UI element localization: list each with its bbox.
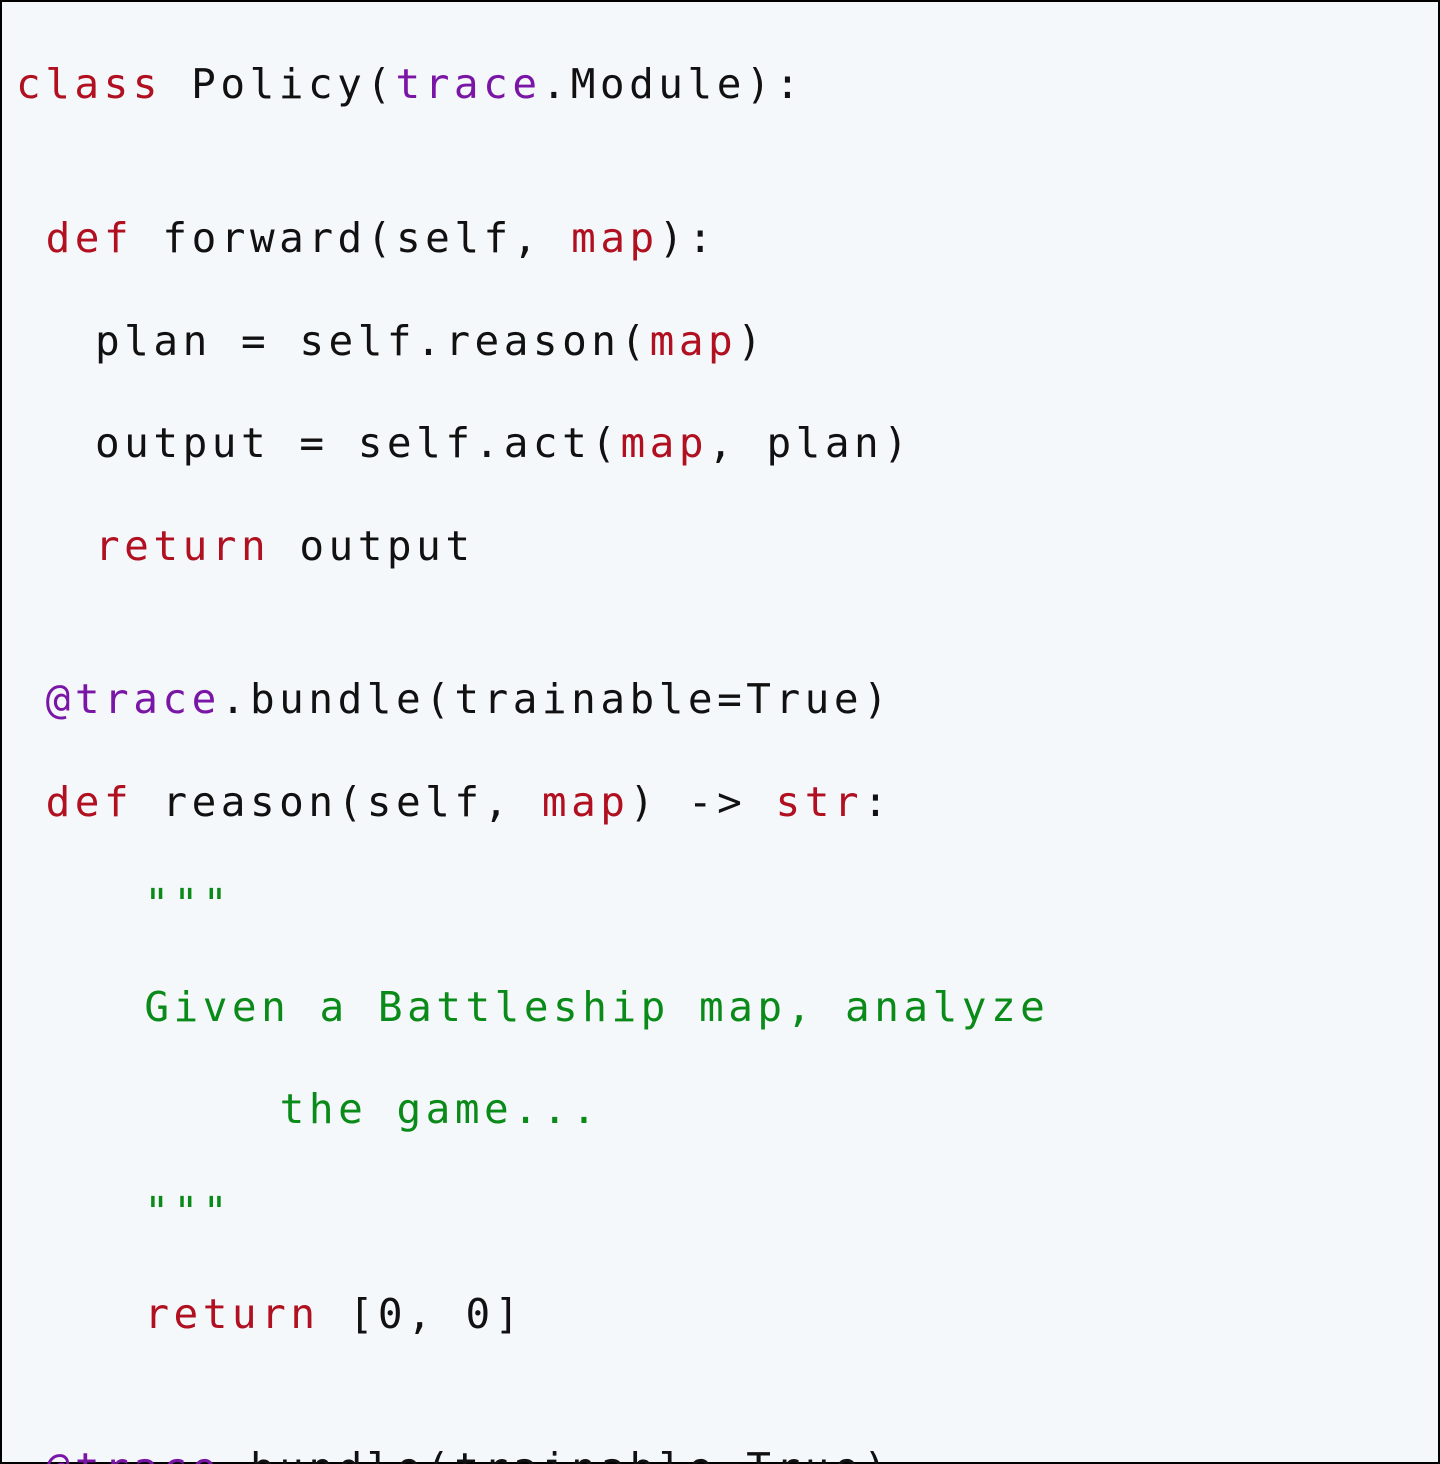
ret-str: str <box>776 778 864 826</box>
fn-tail: ): <box>659 214 717 262</box>
arg-map: map <box>571 214 659 262</box>
arrow: ) -> <box>630 778 776 826</box>
output-assign-a: output = self.act( <box>95 419 621 467</box>
module-trace: trace <box>396 60 542 108</box>
docstring-line-wrap: the game... <box>16 1084 1424 1135</box>
module-trace: trace <box>75 675 221 723</box>
decorator-at: @ <box>46 1444 75 1464</box>
code-line-14: return [0, 0] <box>16 1289 1424 1340</box>
keyword-return: return <box>144 1290 319 1338</box>
code-line-5: output = self.act(map, plan) <box>16 418 1424 469</box>
keyword-def: def <box>46 778 134 826</box>
code-line-9: def reason(self, map) -> str: <box>16 777 1424 828</box>
fn-tail: : <box>863 778 892 826</box>
code-line-1: class Policy(trace.Module): <box>16 59 1424 110</box>
docstring-open: """ <box>16 879 1424 930</box>
module-trace: trace <box>75 1444 221 1464</box>
fn-forward: forward(self, <box>133 214 571 262</box>
keyword-class: class <box>16 60 162 108</box>
return-list: [0, 0] <box>320 1290 524 1338</box>
arg-map: map <box>650 317 738 365</box>
fn-reason: reason(self, <box>133 778 542 826</box>
docstring-line: Given a Battleship map, analyze <box>16 982 1424 1033</box>
decorator-at: @ <box>46 675 75 723</box>
code-line-8: @trace.bundle(trainable=True) <box>16 674 1424 725</box>
arg-map: map <box>620 419 708 467</box>
code-line-3: def forward(self, map): <box>16 213 1424 264</box>
return-val: output <box>270 522 474 570</box>
docstring-close: """ <box>16 1187 1424 1238</box>
arg-map: map <box>542 778 630 826</box>
code-block: class Policy(trace.Module): def forward(… <box>0 0 1440 1464</box>
class-tail: .Module): <box>542 60 805 108</box>
decorator-rest: .bundle(trainable=True) <box>221 1444 892 1464</box>
class-name: Policy( <box>162 60 396 108</box>
code-line-16: @trace.bundle(trainable=True) <box>16 1443 1424 1464</box>
keyword-def: def <box>46 214 134 262</box>
output-assign-c: , plan) <box>708 419 912 467</box>
code-line-6: return output <box>16 521 1424 572</box>
plan-assign-c: ) <box>737 317 766 365</box>
keyword-return: return <box>95 522 270 570</box>
code-line-4: plan = self.reason(map) <box>16 316 1424 367</box>
plan-assign-a: plan = self.reason( <box>95 317 650 365</box>
decorator-rest: .bundle(trainable=True) <box>221 675 892 723</box>
